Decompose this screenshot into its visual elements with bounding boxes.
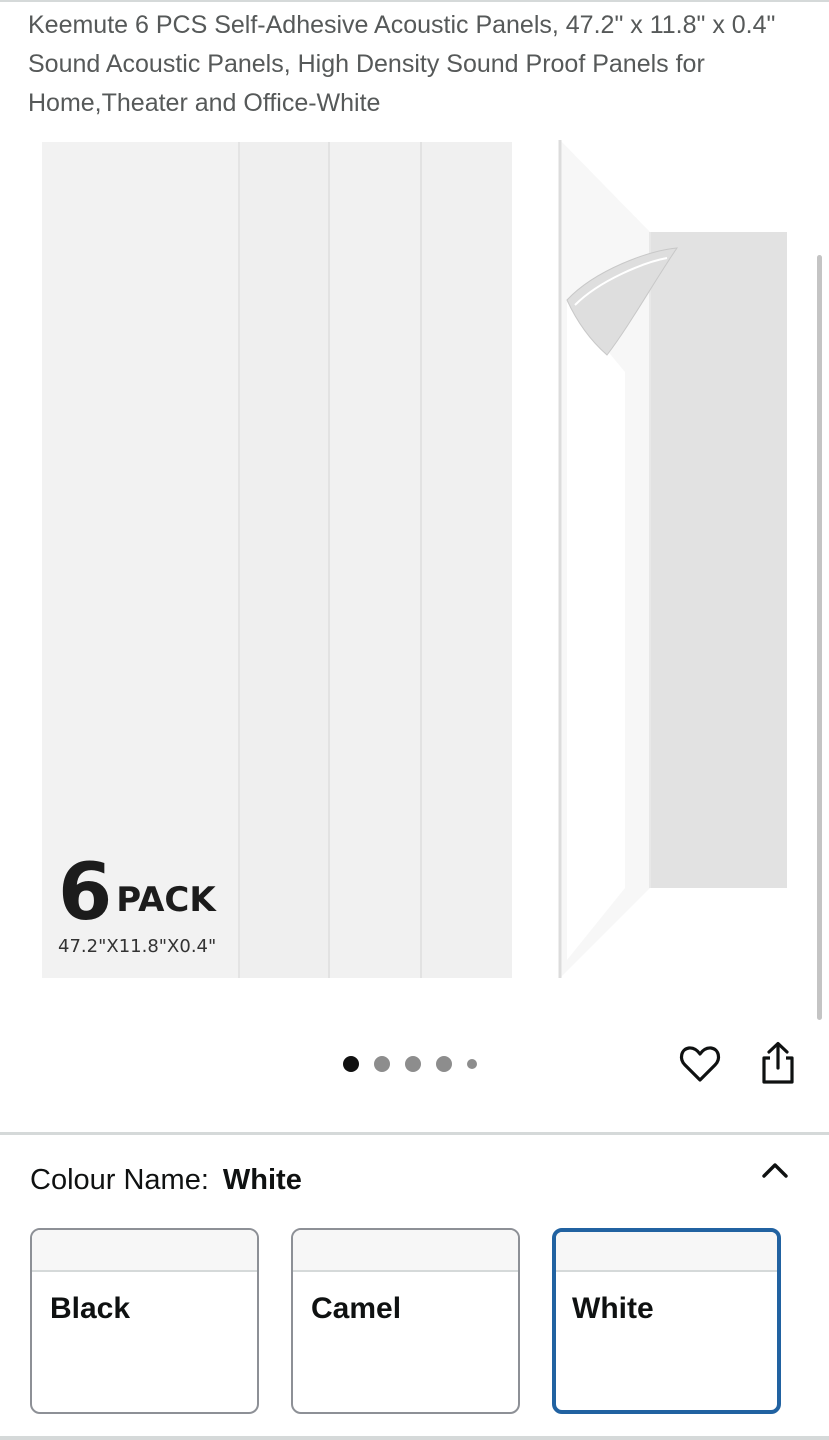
pagination-dot[interactable]: [405, 1056, 421, 1072]
product-image-gallery[interactable]: 6 PACK 47.2"X11.8"X0.4": [0, 130, 829, 1030]
panel-strip: [240, 142, 330, 978]
swatch-black[interactable]: Black: [30, 1228, 259, 1414]
swatch-white[interactable]: White: [552, 1228, 781, 1414]
swatch-label: Black: [50, 1292, 131, 1325]
colour-name-label: Colour Name:: [30, 1164, 209, 1196]
pack-word: PACK: [116, 880, 216, 920]
product-title: Keemute 6 PCS Self-Adhesive Acoustic Pan…: [28, 11, 776, 117]
swatch-camel[interactable]: Camel: [291, 1228, 520, 1414]
share-icon[interactable]: [756, 1040, 800, 1086]
swatch-label: White: [572, 1292, 654, 1325]
panel-side-view: [558, 140, 787, 978]
panel-strip: [330, 142, 422, 978]
swatch-image: [556, 1232, 777, 1272]
heart-icon[interactable]: [678, 1042, 722, 1086]
swatch-label: Camel: [311, 1292, 402, 1325]
product-image-panels: 6 PACK 47.2"X11.8"X0.4": [42, 142, 512, 978]
colour-name-row: Colour Name: White: [30, 1160, 302, 1200]
scrollbar[interactable]: [817, 255, 822, 1020]
chevron-up-icon[interactable]: [760, 1158, 790, 1182]
panel-strip: [422, 142, 512, 978]
top-divider: [0, 0, 829, 2]
section-divider: [0, 1132, 829, 1135]
pack-badge: 6 PACK 47.2"X11.8"X0.4": [58, 854, 216, 957]
pagination-dot[interactable]: [467, 1059, 477, 1069]
pack-dimensions: 47.2"X11.8"X0.4": [58, 936, 217, 957]
pagination-dot[interactable]: [436, 1056, 452, 1072]
swatch-image: [32, 1230, 257, 1272]
swatch-image: [293, 1230, 518, 1272]
pagination-dot[interactable]: [374, 1056, 390, 1072]
pack-count: 6: [58, 848, 113, 938]
pagination-dot[interactable]: [343, 1056, 359, 1072]
bottom-divider: [0, 1436, 829, 1440]
image-pagination-dots[interactable]: [343, 1056, 477, 1072]
colour-name-value: White: [222, 1164, 302, 1196]
